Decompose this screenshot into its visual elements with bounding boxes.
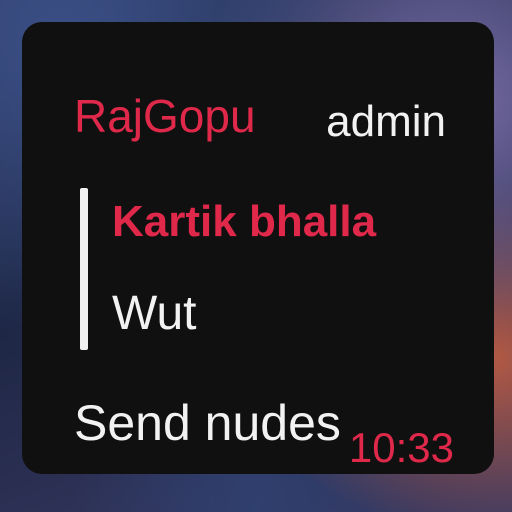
message-timestamp: 10:33 <box>348 424 454 471</box>
reply-text: Wut <box>112 287 197 340</box>
reply-quote-bar <box>80 188 88 350</box>
reply-author: Kartik bhalla <box>112 197 377 246</box>
message-text: Send nudes <box>74 395 341 451</box>
message-bubble[interactable]: RajGopu admin Kartik bhalla Wut Send nud… <box>22 22 494 474</box>
reply-quote[interactable]: Kartik bhalla Wut <box>76 182 476 352</box>
sender-name[interactable]: RajGopu <box>74 88 256 144</box>
sender-role-badge: admin <box>326 97 446 146</box>
